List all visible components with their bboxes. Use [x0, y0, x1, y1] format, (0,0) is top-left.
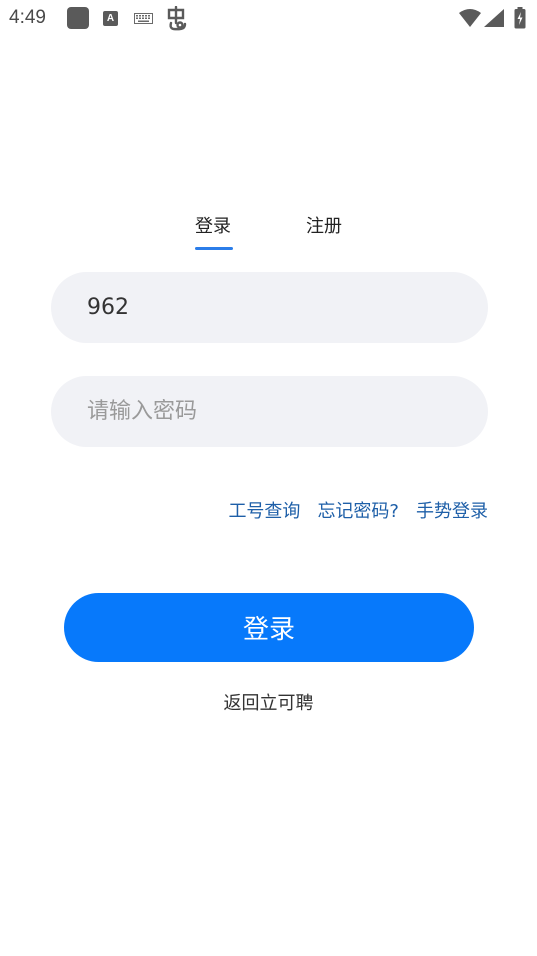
- status-time: 4:49: [9, 7, 46, 28]
- signal-icon: [484, 9, 504, 27]
- a-notification-icon: A: [103, 11, 118, 26]
- forgot-password-link[interactable]: 忘记密码?: [317, 497, 399, 523]
- wifi-icon: [459, 9, 481, 27]
- status-bar: 4:49 A: [0, 0, 537, 38]
- keyboard-icon: [134, 13, 153, 24]
- back-to-app-link[interactable]: 返回立可聘: [0, 689, 537, 715]
- app-square-icon: [67, 7, 89, 29]
- gesture-login-link[interactable]: 手势登录: [416, 497, 488, 523]
- active-tab-indicator: [195, 247, 233, 250]
- password-input[interactable]: [87, 399, 452, 424]
- login-register-tabs: 登录 注册: [0, 212, 537, 252]
- auxiliary-links: 工号查询 忘记密码? 手势登录: [228, 497, 488, 523]
- bug-icon: [167, 6, 187, 31]
- login-button[interactable]: 登录: [64, 593, 474, 662]
- password-field[interactable]: [51, 376, 488, 447]
- account-input[interactable]: [87, 295, 452, 320]
- battery-icon: [514, 7, 526, 29]
- tab-register[interactable]: 注册: [306, 212, 342, 238]
- account-field[interactable]: [51, 272, 488, 343]
- employee-id-lookup-link[interactable]: 工号查询: [228, 497, 300, 523]
- tab-login[interactable]: 登录: [195, 212, 231, 238]
